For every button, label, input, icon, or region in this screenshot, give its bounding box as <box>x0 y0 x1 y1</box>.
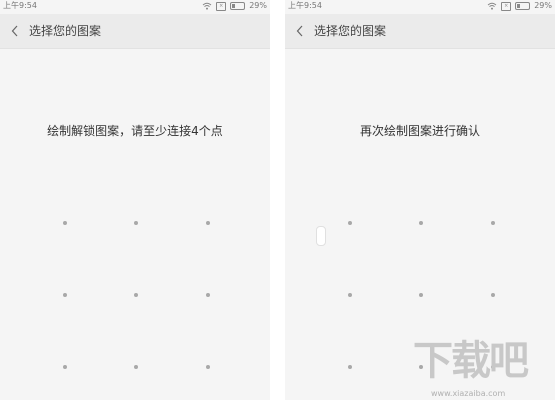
sim-icon: × <box>216 1 227 11</box>
watermark-url: www.xiazaiba.com <box>431 389 506 398</box>
screen-choose-pattern: 上午9:54 × 29% 选择您的图案 绘制解锁图案，请至少连接4个点 <box>0 0 270 400</box>
page-title: 选择您的图案 <box>314 24 387 38</box>
battery-icon <box>230 2 246 10</box>
status-icons: × 29% <box>487 0 552 12</box>
title-bar: 选择您的图案 <box>285 14 555 49</box>
watermark-logo: 下载吧 <box>413 338 529 384</box>
status-icons: × 29% <box>202 0 267 12</box>
title-bar: 选择您的图案 <box>0 14 270 49</box>
instruction-text: 再次绘制图案进行确认 <box>359 124 480 138</box>
sim-icon: × <box>501 1 512 11</box>
battery-percent: 29% <box>249 1 267 10</box>
status-time: 上午9:54 <box>3 1 37 10</box>
battery-icon <box>515 2 531 10</box>
status-bar: 上午9:54 × 29% <box>0 0 270 12</box>
wifi-icon <box>487 2 497 10</box>
pattern-dot[interactable] <box>63 293 67 297</box>
pattern-dot[interactable] <box>134 221 138 225</box>
pattern-dot[interactable] <box>134 293 138 297</box>
pattern-dot[interactable] <box>63 221 67 225</box>
pattern-dot[interactable] <box>206 293 210 297</box>
pattern-dot[interactable] <box>419 221 423 225</box>
pattern-dot[interactable] <box>348 221 352 225</box>
pattern-dot[interactable] <box>206 365 210 369</box>
divider-mark <box>316 226 326 246</box>
battery-percent: 29% <box>534 1 552 10</box>
pattern-dot[interactable] <box>63 365 67 369</box>
pattern-dot[interactable] <box>491 293 495 297</box>
pattern-dot[interactable] <box>419 293 423 297</box>
pattern-dot[interactable] <box>134 365 138 369</box>
status-bar: 上午9:54 × 29% <box>285 0 555 12</box>
chevron-left-icon[interactable] <box>296 25 304 37</box>
instruction-text: 绘制解锁图案，请至少连接4个点 <box>47 124 223 138</box>
pattern-dot[interactable] <box>206 221 210 225</box>
watermark: 下载吧 www.xiazaiba.com <box>413 336 555 400</box>
page-title: 选择您的图案 <box>29 24 102 38</box>
pattern-dot[interactable] <box>348 293 352 297</box>
status-time: 上午9:54 <box>288 1 322 10</box>
chevron-left-icon[interactable] <box>11 25 19 37</box>
wifi-icon <box>202 2 212 10</box>
pattern-dot[interactable] <box>348 365 352 369</box>
pattern-dot[interactable] <box>491 221 495 225</box>
